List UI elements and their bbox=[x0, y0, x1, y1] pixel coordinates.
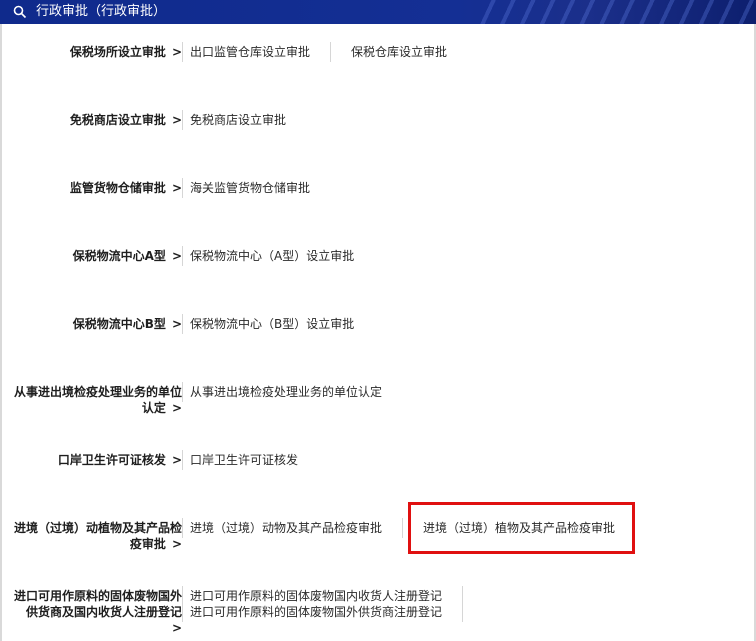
category-label: 保税物流中心A型 bbox=[72, 249, 166, 263]
category-label: 保税物流中心B型 bbox=[72, 317, 166, 331]
search-icon[interactable] bbox=[13, 5, 27, 19]
chevron-right-icon: > bbox=[171, 45, 182, 59]
item-separator bbox=[462, 586, 463, 622]
chevron-right-icon: > bbox=[171, 317, 182, 331]
page-title: 行政审批（行政审批） bbox=[36, 4, 167, 19]
category-animal-plant-quarantine[interactable]: 进境（过境）动植物及其产品检 疫审批 > bbox=[14, 520, 182, 552]
row-divider bbox=[182, 42, 183, 62]
category-label: 监管货物仓储审批 bbox=[69, 181, 166, 195]
row-divider bbox=[182, 314, 183, 334]
top-bar: 行政审批（行政审批） bbox=[0, 0, 756, 24]
item-customs-storage[interactable]: 海关监管货物仓储审批 bbox=[190, 180, 310, 196]
frame-left-border bbox=[0, 24, 2, 641]
item-domestic-consignee[interactable]: 进口可用作原料的固体废物国内收货人注册登记 bbox=[190, 588, 442, 604]
row-divider bbox=[182, 586, 183, 622]
item-logistics-a[interactable]: 保税物流中心（A型）设立审批 bbox=[190, 248, 354, 264]
category-logistics-a[interactable]: 保税物流中心A型 > bbox=[73, 248, 182, 264]
category-label-line2: 疫审批 bbox=[129, 537, 166, 551]
item-separator bbox=[330, 42, 331, 62]
category-label-line1: 进口可用作原料的固体废物国外 bbox=[13, 589, 182, 603]
header-decoration bbox=[476, 0, 756, 24]
row-divider bbox=[182, 110, 183, 130]
category-label-line1: 进境（过境）动植物及其产品检 bbox=[13, 521, 182, 535]
highlight-box bbox=[408, 502, 635, 554]
category-port-health-permit[interactable]: 口岸卫生许可证核发 > bbox=[58, 452, 182, 468]
chevron-right-icon: > bbox=[171, 621, 182, 635]
category-quarantine-unit[interactable]: 从事进出境检疫处理业务的单位 认定 > bbox=[14, 384, 182, 416]
chevron-right-icon: > bbox=[171, 113, 182, 127]
item-separator bbox=[402, 518, 403, 538]
category-label: 保税场所设立审批 bbox=[69, 45, 166, 59]
chevron-right-icon: > bbox=[171, 537, 182, 551]
category-supervised-storage[interactable]: 监管货物仓储审批 > bbox=[70, 180, 182, 196]
category-duty-free-shop[interactable]: 免税商店设立审批 > bbox=[70, 112, 182, 128]
category-label: 免税商店设立审批 bbox=[69, 113, 166, 127]
row-divider bbox=[182, 246, 183, 266]
item-foreign-supplier[interactable]: 进口可用作原料的固体废物国外供货商注册登记 bbox=[190, 604, 442, 620]
row-divider bbox=[182, 178, 183, 198]
row-divider bbox=[182, 518, 183, 538]
category-label-line2: 供货商及国内收货人注册登记 bbox=[25, 605, 182, 619]
category-label-line1: 从事进出境检疫处理业务的单位 bbox=[13, 385, 182, 399]
item-duty-free-shop[interactable]: 免税商店设立审批 bbox=[190, 112, 286, 128]
item-quarantine-unit[interactable]: 从事进出境检疫处理业务的单位认定 bbox=[190, 384, 382, 400]
row-divider bbox=[182, 382, 183, 402]
category-label: 口岸卫生许可证核发 bbox=[57, 453, 166, 467]
item-animal-quarantine[interactable]: 进境（过境）动物及其产品检疫审批 bbox=[190, 520, 382, 536]
category-logistics-b[interactable]: 保税物流中心B型 > bbox=[73, 316, 182, 332]
item-bonded-warehouse[interactable]: 保税仓库设立审批 bbox=[351, 44, 447, 60]
category-solid-waste-registration[interactable]: 进口可用作原料的固体废物国外 供货商及国内收货人注册登记 > bbox=[14, 588, 182, 636]
row-divider bbox=[182, 450, 183, 470]
chevron-right-icon: > bbox=[171, 181, 182, 195]
category-bonded-site[interactable]: 保税场所设立审批 > bbox=[70, 44, 182, 60]
item-export-warehouse[interactable]: 出口监管仓库设立审批 bbox=[190, 44, 310, 60]
category-label-line2: 认定 bbox=[141, 401, 166, 415]
item-logistics-b[interactable]: 保税物流中心（B型）设立审批 bbox=[190, 316, 354, 332]
chevron-right-icon: > bbox=[171, 401, 182, 415]
chevron-right-icon: > bbox=[171, 453, 182, 467]
item-port-health-permit[interactable]: 口岸卫生许可证核发 bbox=[190, 452, 298, 468]
chevron-right-icon: > bbox=[171, 249, 182, 263]
